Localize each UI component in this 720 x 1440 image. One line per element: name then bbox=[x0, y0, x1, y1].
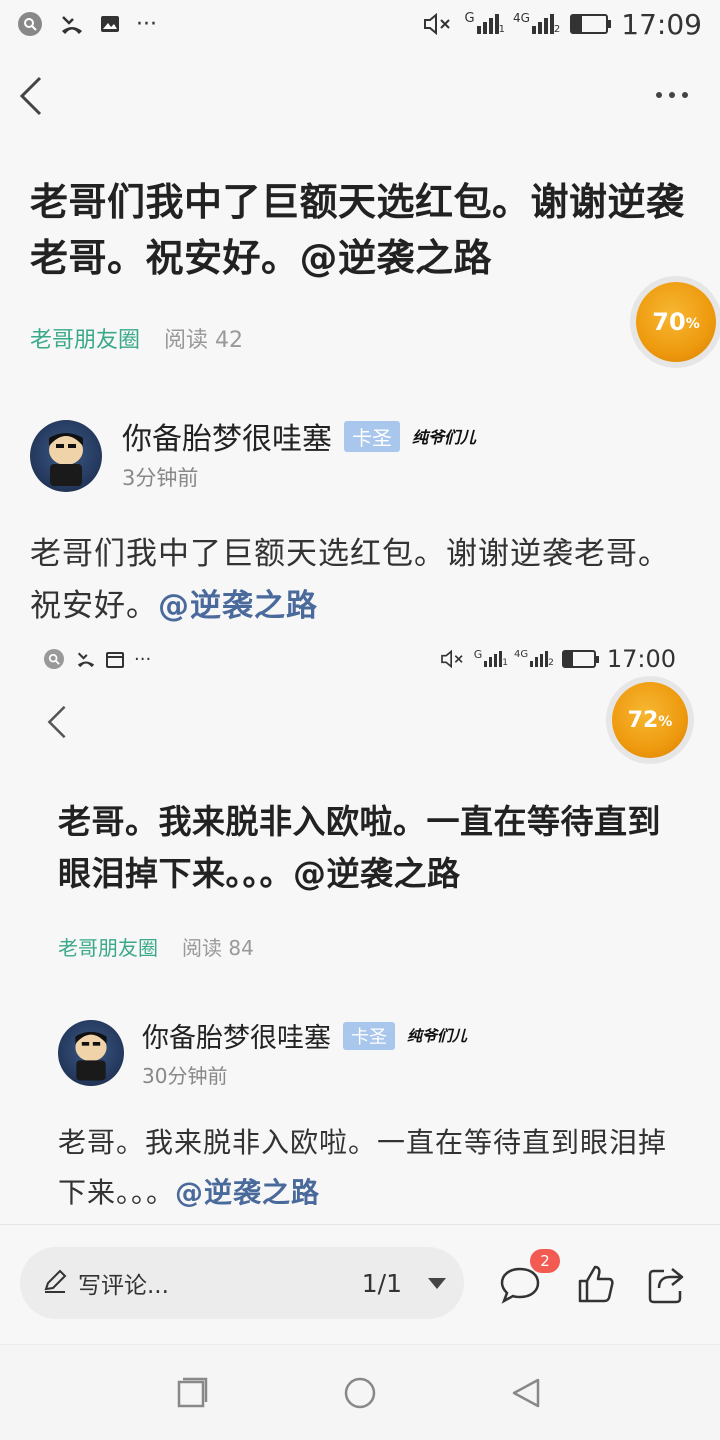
comment-placeholder: 写评论... bbox=[78, 1273, 169, 1299]
mention-link[interactable]: @逆袭之路 bbox=[158, 588, 318, 624]
back-icon[interactable] bbox=[46, 704, 68, 744]
status-bar-inner: ··· G 1 4G 2 17:00 bbox=[0, 640, 720, 678]
like-icon[interactable] bbox=[574, 1261, 618, 1307]
signature-image: 纯爷们儿 bbox=[407, 1027, 468, 1045]
post-title: 老哥们我中了巨额天选红包。谢谢逆袭老哥。祝安好。@逆袭之路 bbox=[30, 180, 685, 280]
post-body: 老哥。我来脱非入欧啦。一直在等待直到眼泪掉下来。。。@逆袭之路 bbox=[58, 1118, 678, 1218]
status-bar: ··· G 1 4G 2 17:09 bbox=[0, 0, 720, 48]
level-badge: 卡圣 bbox=[343, 1021, 395, 1050]
sim1-label: 1 bbox=[502, 658, 508, 668]
level-badge: 卡圣 bbox=[344, 420, 400, 452]
network-g-label: G bbox=[464, 10, 475, 26]
avatar[interactable] bbox=[30, 420, 102, 492]
signal-icon bbox=[484, 651, 503, 667]
progress-unit: % bbox=[658, 714, 673, 730]
post-body-text: 老哥们我中了巨额天选红包。谢谢逆袭老哥。祝安好。 bbox=[30, 536, 670, 624]
image-icon bbox=[100, 15, 120, 33]
post-time: 30分钟前 bbox=[142, 1064, 228, 1088]
comment-input[interactable]: 写评论... 1/1 bbox=[20, 1247, 464, 1319]
system-nav-bar bbox=[0, 1344, 720, 1440]
post-body-text: 老哥。我来脱非入欧啦。一直在等待直到眼泪掉下来。。。 bbox=[58, 1126, 668, 1209]
back-nav-icon[interactable] bbox=[508, 1375, 544, 1411]
progress-value: 70 bbox=[652, 308, 686, 336]
author-row: 你备胎梦很哇塞 卡圣 纯爷们儿 bbox=[122, 414, 476, 458]
post-meta: 老哥朋友圈 阅读 84 bbox=[58, 932, 254, 961]
back-icon[interactable] bbox=[18, 76, 44, 120]
more-dots-icon[interactable] bbox=[656, 92, 688, 98]
mute-icon bbox=[423, 12, 451, 36]
signal-icon bbox=[476, 14, 499, 34]
page-indicator[interactable]: 1/1 bbox=[362, 1269, 402, 1298]
mute-icon bbox=[440, 649, 464, 669]
post-time: 3分钟前 bbox=[122, 466, 199, 490]
read-count: 阅读 84 bbox=[182, 936, 254, 960]
author-name[interactable]: 你备胎梦很哇塞 bbox=[142, 1016, 331, 1055]
post-body: 老哥们我中了巨额天选红包。谢谢逆袭老哥。祝安好。@逆袭之路 bbox=[30, 528, 700, 632]
home-icon[interactable] bbox=[342, 1375, 378, 1411]
author-row: 你备胎梦很哇塞 卡圣 纯爷们儿 bbox=[142, 1016, 467, 1055]
sim2-label: 2 bbox=[553, 23, 561, 35]
more-icon: ··· bbox=[134, 648, 152, 670]
search-icon bbox=[44, 649, 64, 669]
more-icon: ··· bbox=[136, 11, 157, 37]
progress-badge[interactable]: 70% bbox=[636, 282, 716, 362]
avatar[interactable] bbox=[58, 1020, 124, 1086]
bottom-action-bar: 写评论... 1/1 2 bbox=[0, 1225, 720, 1343]
battery-icon bbox=[561, 650, 599, 668]
author-name[interactable]: 你备胎梦很哇塞 bbox=[122, 414, 332, 458]
progress-value: 72 bbox=[627, 707, 659, 733]
missed-call-icon bbox=[60, 13, 84, 35]
mention-link[interactable]: @逆袭之路 bbox=[175, 1176, 320, 1209]
clock: 17:00 bbox=[606, 645, 676, 673]
search-icon bbox=[18, 12, 42, 36]
comment-count-badge: 2 bbox=[530, 1249, 560, 1273]
network-4g-label: 4G bbox=[513, 648, 529, 660]
progress-badge[interactable]: 72% bbox=[612, 682, 688, 758]
network-4g-label: 4G bbox=[512, 11, 530, 25]
signal-icon bbox=[531, 14, 554, 34]
network-g-label: G bbox=[473, 647, 483, 661]
share-icon[interactable] bbox=[644, 1263, 688, 1307]
battery-icon bbox=[570, 14, 612, 34]
circle-tag[interactable]: 老哥朋友圈 bbox=[30, 322, 140, 354]
circle-tag[interactable]: 老哥朋友圈 bbox=[58, 932, 158, 961]
progress-unit: % bbox=[685, 316, 700, 332]
signal-icon bbox=[530, 651, 549, 667]
post-meta: 老哥朋友圈 阅读 42 bbox=[30, 322, 243, 354]
recent-apps-icon[interactable] bbox=[174, 1375, 210, 1411]
calendar-icon bbox=[106, 650, 124, 668]
clock: 17:09 bbox=[621, 7, 702, 41]
pencil-icon bbox=[42, 1268, 68, 1298]
post-title: 老哥。我来脱非入欧啦。一直在等待直到眼泪掉下来。。。@逆袭之路 bbox=[58, 802, 661, 893]
sim2-label: 2 bbox=[548, 658, 554, 668]
signature-image: 纯爷们儿 bbox=[412, 428, 477, 447]
chevron-down-icon[interactable] bbox=[428, 1278, 446, 1289]
read-count: 阅读 42 bbox=[164, 328, 244, 353]
sim1-label: 1 bbox=[498, 23, 505, 35]
missed-call-icon bbox=[76, 650, 96, 668]
